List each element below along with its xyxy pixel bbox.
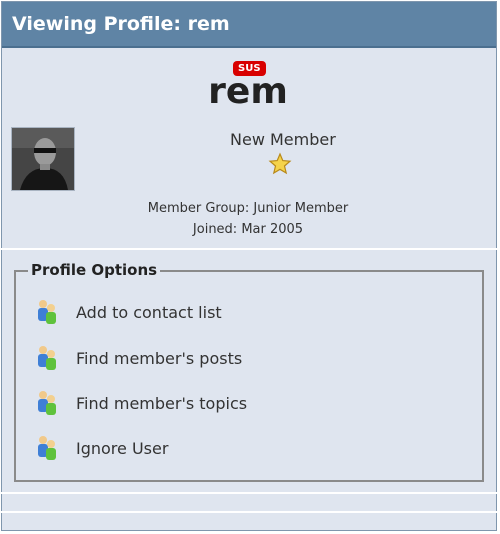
users-icon — [38, 391, 56, 415]
profile-options-legend: Profile Options — [28, 261, 161, 279]
add-contact-label: Add to contact list — [76, 302, 222, 322]
find-topics-label: Find member's topics — [76, 393, 248, 413]
divider — [1, 492, 497, 494]
find-posts-option[interactable]: Find member's posts — [36, 343, 242, 373]
ignore-user-label: Ignore User — [76, 438, 169, 458]
member-rank: New Member — [230, 130, 336, 149]
joined-date: Joined: Mar 2005 — [192, 222, 304, 237]
find-topics-option[interactable]: Find member's topics — [36, 388, 247, 418]
profile-header: Viewing Profile: rem — [2, 2, 496, 48]
member-group: Member Group: Junior Member — [147, 201, 349, 216]
divider — [1, 248, 497, 250]
users-icon — [38, 300, 56, 324]
add-contact-option[interactable]: Add to contact list — [36, 297, 222, 327]
star-icon — [268, 152, 292, 175]
page-title: Viewing Profile: rem — [12, 13, 230, 35]
ignore-user-option[interactable]: Ignore User — [36, 433, 168, 463]
users-icon — [38, 436, 56, 460]
username: rem — [208, 71, 288, 112]
divider — [1, 511, 497, 513]
find-posts-label: Find member's posts — [76, 348, 243, 368]
avatar — [11, 127, 75, 191]
users-icon — [38, 346, 56, 370]
